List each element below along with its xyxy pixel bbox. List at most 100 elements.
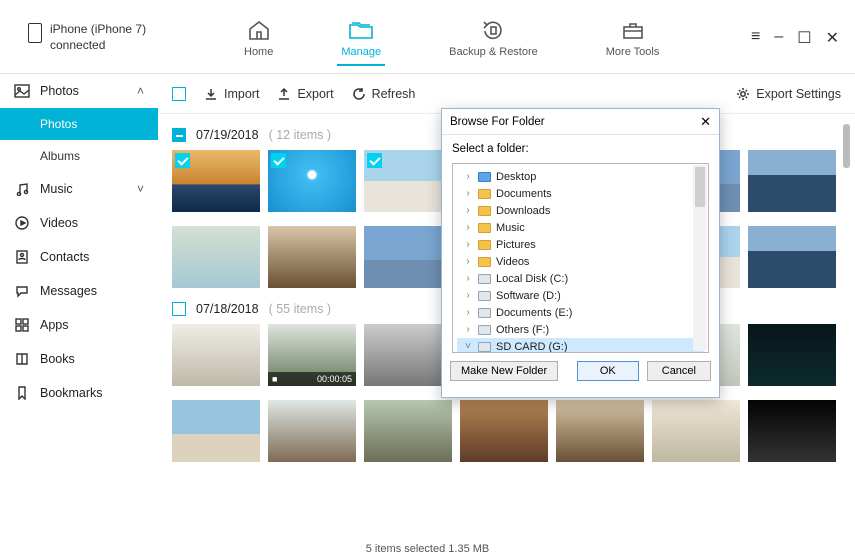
thumbnail[interactable] [748,400,836,462]
expand-icon[interactable]: › [463,273,473,284]
nav-tools[interactable]: More Tools [602,8,664,66]
group-checkbox-0[interactable] [172,128,186,142]
backup-icon [480,18,506,42]
export-settings-button[interactable]: Export Settings [736,87,841,101]
sidebar-item-books[interactable]: Books [0,342,158,376]
import-button[interactable]: Import [204,87,259,101]
tree-scrollbar[interactable] [693,165,707,351]
apps-icon [14,317,30,333]
refresh-button[interactable]: Refresh [352,87,416,101]
thumbnail[interactable] [460,400,548,462]
select-all-checkbox[interactable] [172,87,186,101]
sidebar-item-photos[interactable]: Photos ˄ [0,74,158,108]
tree-node-label: Local Disk (C:) [496,273,568,285]
expand-icon[interactable]: › [463,239,473,250]
tree-node[interactable]: › Documents [457,185,704,202]
menu-icon[interactable]: ≡ [751,28,760,48]
folder-icon [478,240,491,250]
group-checkbox-1[interactable] [172,302,186,316]
maximize-button[interactable]: ☐ [797,28,811,48]
expand-icon[interactable]: › [463,188,473,199]
nav-home-label: Home [244,46,273,58]
thumbnail[interactable] [748,150,836,212]
sidebar-sub-albums[interactable]: Albums [0,140,158,172]
tree-node-label: SD CARD (G:) [496,341,568,353]
thumbnail[interactable] [364,324,452,386]
tree-scrollbar-thumb[interactable] [695,167,705,207]
sidebar-bookmarks-label: Bookmarks [40,386,103,400]
tree-node-label: Software (D:) [496,290,561,302]
drive-icon [478,308,491,318]
thumbnail[interactable] [364,400,452,462]
thumbnail[interactable] [364,226,452,288]
expand-icon[interactable]: › [463,205,473,216]
vertical-scrollbar[interactable] [843,114,853,234]
video-duration: 00:00:05 [317,374,352,384]
expand-icon[interactable]: › [463,222,473,233]
thumbnail-video[interactable]: ■ 00:00:05 [268,324,356,386]
close-button[interactable]: ✕ [826,28,839,48]
tree-node[interactable]: › Others (F:) [457,321,704,338]
folder-icon [348,18,374,42]
sidebar-sub-photos[interactable]: Photos [0,108,158,140]
tree-node[interactable]: › Music [457,219,704,236]
tree-node[interactable]: ›Videos [457,253,704,270]
ok-button[interactable]: OK [577,361,639,381]
expand-icon[interactable]: › [463,324,473,335]
tree-node-label: Music [496,222,525,234]
nav-home[interactable]: Home [240,8,277,66]
thumbnail[interactable] [268,150,356,212]
tree-node[interactable]: ›Pictures [457,236,704,253]
group-date-0: 07/19/2018 [196,128,259,142]
expand-icon[interactable]: › [463,256,473,267]
tree-node[interactable]: ›Desktop [457,168,704,185]
export-button[interactable]: Export [277,87,333,101]
expand-icon[interactable]: › [463,290,473,301]
thumbnail[interactable] [172,400,260,462]
cancel-button[interactable]: Cancel [647,361,711,381]
sidebar-item-contacts[interactable]: Contacts [0,240,158,274]
tree-node[interactable]: ›Downloads [457,202,704,219]
sidebar-books-label: Books [40,352,75,366]
thumbnail[interactable] [268,226,356,288]
group-count-1: ( 55 items ) [269,302,332,316]
sidebar-item-videos[interactable]: Videos [0,206,158,240]
thumbnail-grid-1b [172,400,841,462]
sidebar-item-music[interactable]: Music ˅ [0,172,158,206]
check-icon [175,153,190,168]
sidebar-item-bookmarks[interactable]: Bookmarks [0,376,158,410]
nav-manage-label: Manage [341,46,381,58]
thumbnail[interactable] [268,400,356,462]
export-icon [277,87,291,101]
thumbnail[interactable] [172,150,260,212]
sidebar-item-apps[interactable]: Apps [0,308,158,342]
messages-icon [14,283,30,299]
scrollbar-thumb[interactable] [843,124,850,168]
expand-icon[interactable]: ˅ [463,341,473,352]
expand-icon[interactable]: › [463,171,473,182]
thumbnail[interactable] [364,150,452,212]
sidebar-item-messages[interactable]: Messages [0,274,158,308]
nav-manage[interactable]: Manage [337,8,385,66]
thumbnail[interactable] [748,226,836,288]
gear-icon [736,87,750,101]
dialog-close-button[interactable]: ✕ [700,114,711,130]
thumbnail[interactable] [748,324,836,386]
sidebar-videos-label: Videos [40,216,78,230]
nav-backup-label: Backup & Restore [449,46,538,58]
minimize-button[interactable]: – [774,28,783,48]
thumbnail[interactable] [652,400,740,462]
tree-node[interactable]: › Software (D:) [457,287,704,304]
expand-icon[interactable]: › [463,307,473,318]
books-icon [14,351,30,367]
thumbnail[interactable] [172,324,260,386]
tree-node[interactable]: ˅ SD CARD (G:) [457,338,704,353]
tree-node-label: Documents [496,188,552,200]
make-new-folder-button[interactable]: Make New Folder [450,361,558,381]
tree-node-label: Others (F:) [496,324,549,336]
thumbnail[interactable] [172,226,260,288]
thumbnail[interactable] [556,400,644,462]
tree-node[interactable]: ›Documents (E:) [457,304,704,321]
nav-backup[interactable]: Backup & Restore [445,8,542,66]
tree-node[interactable]: › Local Disk (C:) [457,270,704,287]
